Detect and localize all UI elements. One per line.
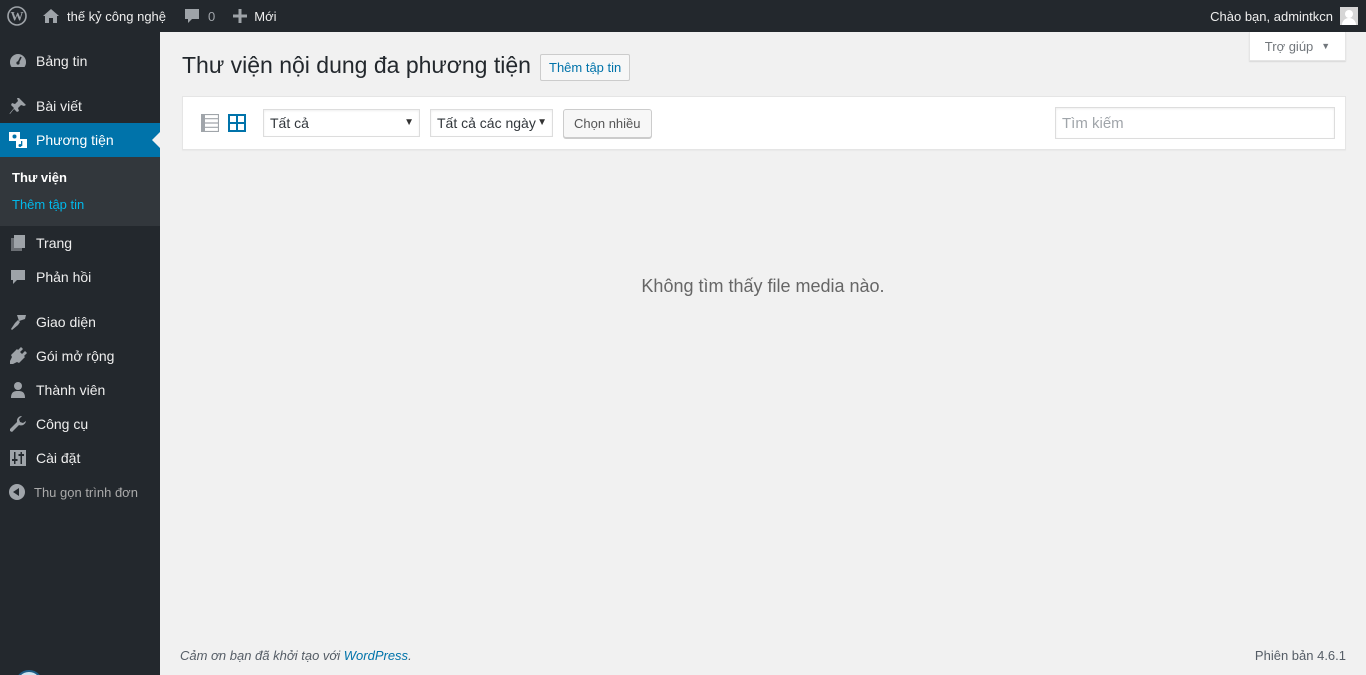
- svg-text:W: W: [11, 9, 24, 24]
- wordpress-logo-icon: W: [7, 6, 27, 26]
- comment-icon: [0, 268, 36, 286]
- sidebar-item-label: Bảng tin: [36, 53, 88, 69]
- wordpress-link[interactable]: WordPress: [344, 648, 408, 663]
- bulk-select-button[interactable]: Chọn nhiều: [563, 109, 652, 138]
- sidebar-item-comments[interactable]: Phản hồi: [0, 260, 160, 294]
- new-content-button[interactable]: Mới: [233, 0, 277, 32]
- dropdown-caret-icon: ▼: [404, 117, 414, 128]
- settings-icon: [0, 449, 36, 467]
- sidebar-item-users[interactable]: Thành viên: [0, 373, 160, 407]
- sidebar-item-appearance[interactable]: Giao diện: [0, 305, 160, 339]
- comment-bubble-icon: [185, 9, 200, 23]
- grid-view-button[interactable]: [228, 114, 246, 132]
- date-filter-select[interactable]: Tất cả các ngày ▼: [430, 109, 553, 137]
- submenu-item-add-new[interactable]: Thêm tập tin: [0, 191, 160, 218]
- caret-down-icon: ▼: [1321, 41, 1331, 51]
- plus-icon: [233, 9, 248, 23]
- wrench-icon: [0, 415, 36, 433]
- comments-link[interactable]: 0: [184, 0, 215, 32]
- add-new-file-button[interactable]: Thêm tập tin: [540, 54, 631, 81]
- paintbrush-icon: [0, 312, 36, 332]
- dashboard-icon: [0, 52, 36, 70]
- submenu-item-library[interactable]: Thư viện: [0, 164, 160, 191]
- footer-thanks-text: Cảm ơn bạn đã khởi tạo với: [180, 648, 344, 663]
- sidebar-item-label: Phản hồi: [36, 269, 92, 285]
- sidebar-item-tools[interactable]: Công cụ: [0, 407, 160, 441]
- media-type-filter-select[interactable]: Tất cả ▼: [263, 109, 420, 137]
- greeting: Chào bạn, admintkcn: [1210, 8, 1333, 24]
- help-tab-label: Trợ giúp: [1264, 38, 1314, 54]
- admin-bar: W thế kỷ công nghệ 0 Mới Chào bạn, admin…: [0, 0, 1366, 32]
- media-toolbar: Tất cả ▼ Tất cả các ngày ▼ Chọn nhiều: [182, 96, 1346, 150]
- media-type-filter-value: Tất cả: [270, 115, 309, 131]
- sidebar-item-media[interactable]: Phương tiện: [0, 123, 160, 157]
- footer-version: Phiên bản 4.6.1: [1254, 648, 1346, 663]
- no-media-message: Không tìm thấy file media nào.: [641, 276, 885, 296]
- sidebar-item-plugins[interactable]: Gói mở rộng: [0, 339, 160, 373]
- home-icon: [43, 9, 59, 23]
- wordpress-logo-button[interactable]: W: [0, 0, 34, 32]
- user-icon: [0, 381, 36, 399]
- admin-sidebar: Bảng tin Bài viết Phương tiện Thư viện T…: [0, 32, 160, 675]
- grid-view-icon: [228, 114, 246, 132]
- user-avatar-icon: [1340, 7, 1358, 25]
- page-title: Thư viện nội dung đa phương tiện: [182, 52, 531, 78]
- new-label: Mới: [254, 8, 277, 24]
- sidebar-item-label: Gói mở rộng: [36, 348, 115, 364]
- media-icon: [0, 130, 36, 150]
- sidebar-item-label: Công cụ: [36, 416, 89, 432]
- sidebar-item-posts[interactable]: Bài viết: [0, 89, 160, 123]
- site-name-link[interactable]: thế kỷ công nghệ: [42, 0, 166, 32]
- plugin-icon: [0, 346, 36, 366]
- sidebar-item-dashboard[interactable]: Bảng tin: [0, 44, 160, 78]
- sidebar-item-label: Cài đặt: [36, 450, 81, 466]
- list-view-icon: [200, 113, 220, 133]
- collapse-arrow-icon: [9, 484, 25, 500]
- pushpin-icon: [0, 96, 36, 116]
- collapse-menu-label: Thu gọn trình đơn: [34, 484, 138, 500]
- collapse-menu-button[interactable]: Thu gọn trình đơn: [0, 475, 160, 509]
- page-icon: [0, 234, 36, 252]
- media-submenu: Thư viện Thêm tập tin: [0, 157, 160, 226]
- sidebar-item-label: Trang: [36, 235, 73, 251]
- sidebar-item-label: Phương tiện: [36, 132, 114, 148]
- site-name: thế kỷ công nghệ: [67, 8, 167, 24]
- sidebar-item-label: Bài viết: [36, 98, 82, 114]
- sidebar-item-label: Thành viên: [36, 382, 106, 398]
- comments-count: 0: [208, 8, 216, 24]
- dropdown-caret-icon: ▼: [537, 117, 547, 128]
- list-view-button[interactable]: [200, 113, 220, 133]
- footer-thanks: Cảm ơn bạn đã khởi tạo với WordPress.: [180, 648, 412, 663]
- date-filter-value: Tất cả các ngày: [437, 115, 536, 131]
- help-tab-button[interactable]: Trợ giúp ▼: [1249, 32, 1346, 61]
- search-input[interactable]: [1055, 107, 1335, 139]
- sidebar-item-label: Giao diện: [36, 314, 96, 330]
- sidebar-item-settings[interactable]: Cài đặt: [0, 441, 160, 475]
- my-account-menu[interactable]: Chào bạn, admintkcn: [1210, 0, 1358, 32]
- sidebar-item-pages[interactable]: Trang: [0, 226, 160, 260]
- footer-thanks-suffix: .: [408, 648, 412, 663]
